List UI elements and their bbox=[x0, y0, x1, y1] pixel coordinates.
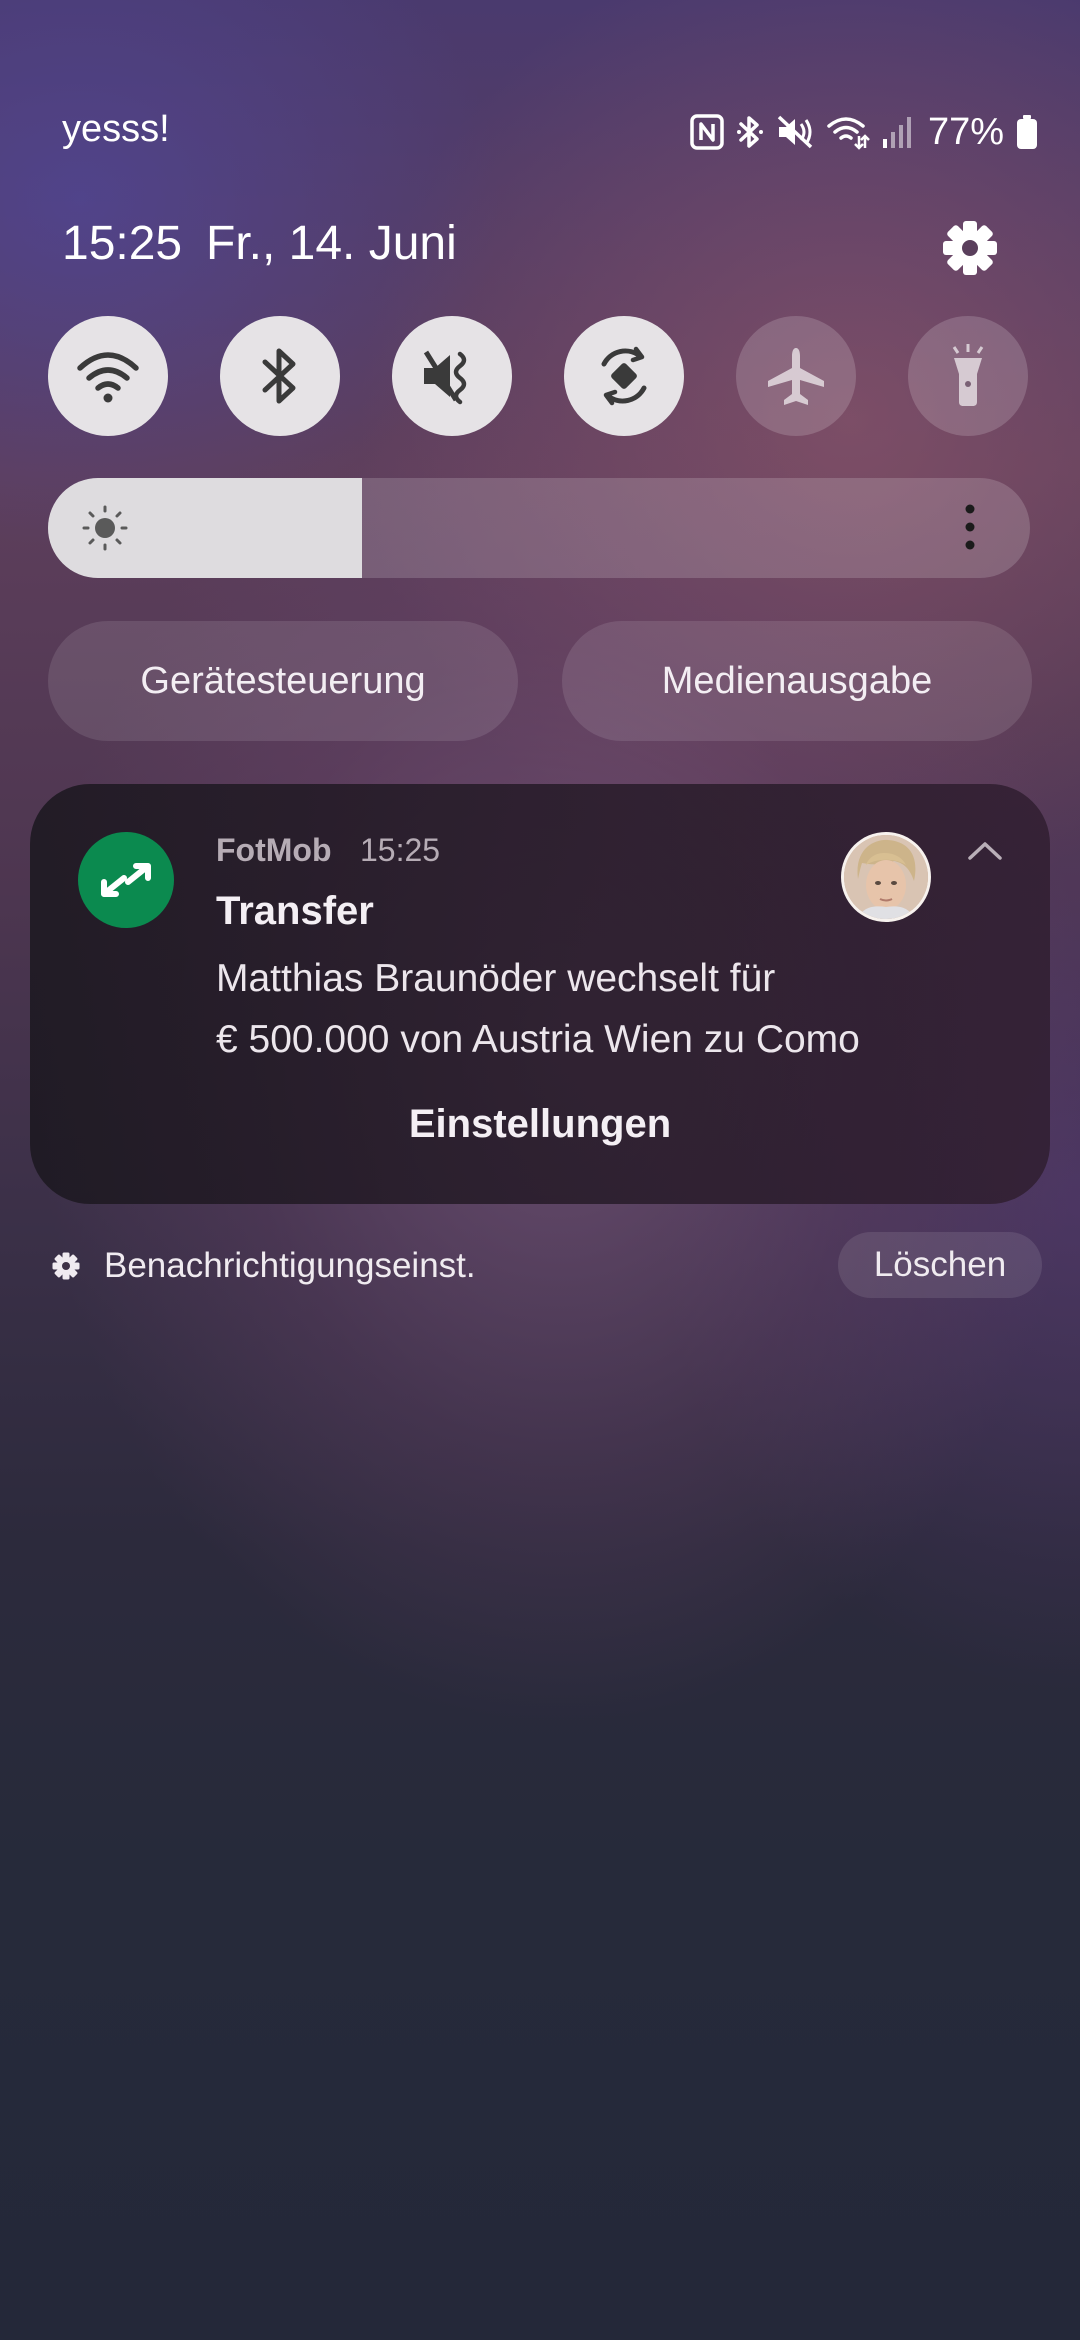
transfer-arrows-icon bbox=[101, 863, 151, 897]
clear-button[interactable]: Löschen bbox=[838, 1232, 1042, 1298]
player-avatar bbox=[841, 832, 931, 922]
mute-icon bbox=[423, 350, 467, 405]
signal-icon bbox=[882, 115, 912, 149]
flashlight-icon bbox=[952, 344, 984, 406]
airplane-icon bbox=[768, 348, 824, 405]
battery-percent: 77% bbox=[927, 110, 1004, 153]
tile-mute[interactable] bbox=[392, 316, 512, 436]
notification-body-line1: Matthias Braunöder wechselt für bbox=[216, 957, 776, 1000]
clock: 15:25 bbox=[62, 217, 183, 270]
notification-time: 15:25 bbox=[360, 832, 441, 868]
tile-wifi[interactable] bbox=[48, 316, 168, 436]
notification-body-line2: € 500.000 von Austria Wien zu Como bbox=[216, 1018, 860, 1061]
notification-settings-link[interactable]: Benachrichtigungseinst. bbox=[50, 1246, 476, 1286]
date: Fr., 14. Juni bbox=[206, 217, 457, 270]
battery-icon bbox=[1016, 114, 1038, 150]
tile-bluetooth[interactable] bbox=[220, 316, 340, 436]
device-control-button[interactable]: Gerätesteuerung bbox=[48, 621, 518, 741]
notification-title: Transfer bbox=[216, 889, 374, 933]
sun-icon bbox=[82, 505, 128, 556]
carrier-name: yesss! bbox=[62, 108, 170, 150]
status-icons: 77% bbox=[690, 108, 1038, 156]
wifi-icon bbox=[826, 114, 870, 150]
brightness-slider[interactable] bbox=[48, 478, 1030, 578]
notification-settings-label: Benachrichtigungseinst. bbox=[104, 1246, 476, 1285]
notification-app-name: FotMob bbox=[216, 832, 332, 868]
bluetooth-icon bbox=[262, 348, 296, 404]
more-options-icon[interactable] bbox=[960, 502, 980, 557]
notification-settings-action[interactable]: Einstellungen bbox=[30, 1102, 1050, 1147]
fotmob-app-icon bbox=[78, 832, 174, 928]
nfc-icon bbox=[690, 114, 724, 150]
gear-icon bbox=[52, 1252, 80, 1280]
tile-auto-rotate[interactable] bbox=[564, 316, 684, 436]
media-output-button[interactable]: Medienausgabe bbox=[562, 621, 1032, 741]
rotate-icon bbox=[601, 346, 647, 406]
mute-icon bbox=[776, 114, 814, 150]
notification-body: Matthias Braunöder wechselt für € 500.00… bbox=[216, 948, 956, 1070]
gear-icon bbox=[943, 221, 997, 275]
wifi-icon bbox=[77, 352, 139, 403]
settings-button[interactable] bbox=[938, 216, 1002, 280]
collapse-button[interactable] bbox=[962, 832, 1008, 868]
tile-flashlight[interactable] bbox=[908, 316, 1028, 436]
bluetooth-icon bbox=[736, 113, 764, 151]
tile-airplane[interactable] bbox=[736, 316, 856, 436]
chevron-up-icon bbox=[968, 842, 1002, 860]
